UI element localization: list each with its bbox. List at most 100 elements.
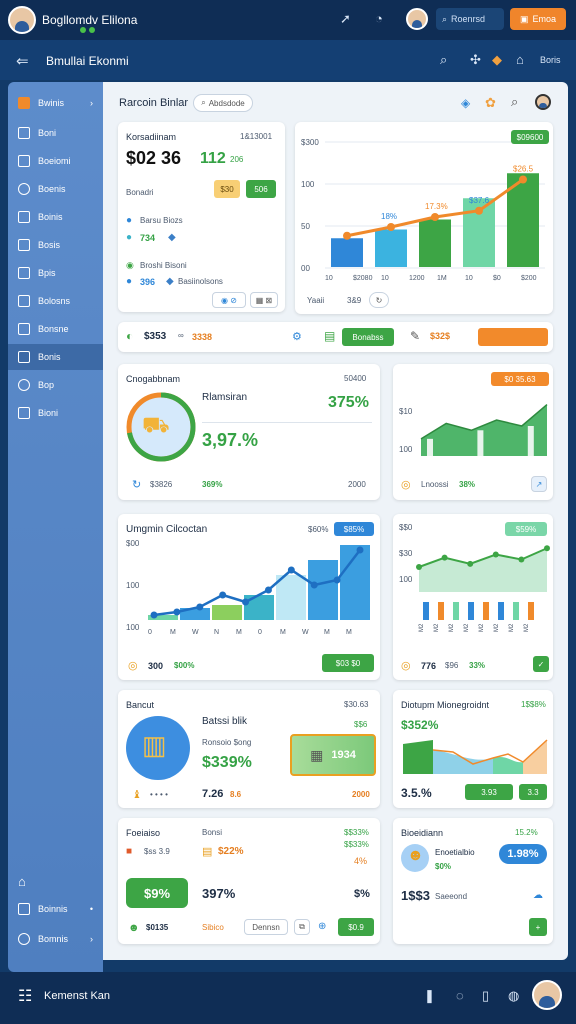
sidebar-item-9[interactable]: Bonsne <box>8 316 103 342</box>
sidebar-item-3[interactable]: Boeiomi <box>8 148 103 174</box>
coin-icon: ◎ <box>401 660 411 672</box>
sidebar-item-8[interactable]: Bolosns <box>8 288 103 314</box>
mini-chart-badge[interactable]: $0 35.63 <box>491 372 549 386</box>
search-icon[interactable]: ⌕ <box>511 94 518 110</box>
grid-menu-icon[interactable]: ☷ <box>18 986 32 1006</box>
header-chip[interactable]: ⌕ Abdsdode <box>193 94 253 112</box>
summary-eye-chip[interactable]: ◉ ⊘ <box>212 292 246 308</box>
line-footer-2: $00% <box>174 661 195 670</box>
sidebar-item-4[interactable]: Boenis <box>8 176 103 202</box>
sidebar-item-11[interactable]: Bop <box>8 372 103 398</box>
progress-value: 3,97.% <box>202 430 259 450</box>
clock-icon[interactable]: ◔ <box>375 11 383 26</box>
fin-green-button[interactable]: $9% <box>126 878 188 908</box>
globe-icon[interactable]: ◍ <box>508 988 519 1004</box>
line-point <box>475 206 483 215</box>
y-tick-label: $$0 <box>399 523 413 532</box>
sub-bar: ⇐ Bmullai Ekonmi ⌕ ✣ ◆ ⌂ Boris <box>0 40 576 80</box>
line-point <box>416 564 422 570</box>
sidebar-item-10[interactable]: Bonis <box>8 344 103 370</box>
bar <box>212 605 242 620</box>
mgmt-button-1[interactable]: 3.93 <box>465 784 513 800</box>
primary-button[interactable]: ▣ Emoa <box>510 8 566 30</box>
data-label: $37.6 <box>469 196 490 205</box>
bank-highlight[interactable]: ▦ 1934 <box>290 734 376 776</box>
line-chart-button[interactable]: $03 $0 <box>322 654 374 672</box>
trash-icon[interactable]: ▯ <box>482 988 489 1004</box>
house-icon <box>18 323 30 335</box>
bottom-avatar[interactable] <box>532 980 562 1010</box>
sub-right-label[interactable]: Boris <box>540 55 561 65</box>
back-arrow-icon[interactable]: ⇐ <box>16 52 29 70</box>
cloud-icon[interactable]: ☁ <box>533 890 543 901</box>
link-icon[interactable]: ⊕ <box>318 921 326 932</box>
bar <box>331 238 363 267</box>
line-footer-1: 300 <box>148 661 164 671</box>
home-icon[interactable]: ⌂ <box>516 52 524 67</box>
y-tick-label: 100 <box>301 180 315 189</box>
sidebar-item-5[interactable]: Boinis <box>8 204 103 230</box>
fin-button-2[interactable]: $0.9 <box>338 918 374 936</box>
plus-icon: + <box>535 922 541 932</box>
search-icon[interactable]: ⌕ <box>440 52 447 68</box>
bank-card: Bancut $30.63 ▥ Batssi blik Ronsoio $ong… <box>118 690 380 808</box>
action-orange-button[interactable] <box>478 328 548 346</box>
header-avatar[interactable] <box>535 94 551 110</box>
summary-chip-orange[interactable]: $30 <box>214 180 240 198</box>
home-icon[interactable]: ⌂ <box>18 874 26 889</box>
fin-copy-chip[interactable]: ⧉ <box>294 919 310 935</box>
line-point <box>264 586 272 594</box>
line-point <box>242 598 250 606</box>
area-fill <box>419 548 547 592</box>
avatar[interactable] <box>8 6 36 34</box>
wave-area <box>433 750 493 774</box>
user-button[interactable]: 1.98% <box>499 844 547 864</box>
action-green-button[interactable]: Bonabss <box>342 328 394 346</box>
sidebar-item-6[interactable]: Bosis <box>8 232 103 258</box>
sidebar-item-12[interactable]: Bioni <box>8 400 103 426</box>
sidebar-item-7[interactable]: Bpis <box>8 260 103 286</box>
right-chart-badge[interactable]: $59% <box>505 522 547 536</box>
data-label: 18% <box>381 212 397 221</box>
diamond-icon: ◆ <box>168 232 176 243</box>
table-icon <box>18 351 30 363</box>
gear-icon[interactable]: ⚙ <box>292 330 302 343</box>
mini-action-chip[interactable]: ↗ <box>531 476 547 492</box>
search-button[interactable]: ⌕ Roenrsd <box>436 8 504 30</box>
x-tick-label: 10 <box>325 275 333 282</box>
bookmark-icon[interactable]: ❚ <box>424 988 435 1004</box>
main-chart-badge[interactable]: $09600 <box>511 130 549 144</box>
refresh-icon[interactable]: ↻ <box>132 478 141 491</box>
edit-icon[interactable]: ✎ <box>410 329 420 343</box>
mini-bar <box>513 602 519 620</box>
puzzle-icon[interactable]: ✿ <box>485 95 496 111</box>
line-chart-badge[interactable]: $85% <box>334 522 374 536</box>
line-point <box>150 611 158 619</box>
mini-bar <box>528 602 534 620</box>
fin-value-2: $% <box>354 888 370 900</box>
summary-grid-chip[interactable]: ▦ ⊠ <box>250 292 278 308</box>
fin-value-1: 397% <box>202 886 236 901</box>
chat-icon[interactable]: ◌ <box>456 988 464 1003</box>
fin-chip[interactable]: Dennsn <box>244 919 288 935</box>
right-chart-button[interactable]: ✓ <box>533 656 549 672</box>
user-avatar[interactable] <box>406 8 428 30</box>
sidebar-item-2[interactable]: Boni <box>8 120 103 146</box>
cube-icon[interactable]: ◈ <box>461 96 470 110</box>
gift-icon[interactable]: ◆ <box>492 52 502 68</box>
sidebar-item-1[interactable]: Bwinis › <box>8 90 103 116</box>
arrow-icon[interactable]: ➚ <box>340 11 351 27</box>
right-footer-2: $96 <box>445 661 459 670</box>
bank-right: $30.63 <box>344 700 369 709</box>
sidebar-bottom-item-2[interactable]: Bomnis › <box>8 926 103 952</box>
atm-illustration: ▥ <box>126 716 190 780</box>
wave-area-3 <box>523 740 547 774</box>
sidebar-bottom-item-1[interactable]: Boinnis • <box>8 896 103 922</box>
summary-green-button[interactable]: 506 <box>246 180 276 198</box>
diamond-icon-2: ◆ <box>166 276 174 287</box>
user-add-button[interactable]: + <box>529 918 547 936</box>
puzzle-icon[interactable]: ✣ <box>470 52 481 68</box>
data-label: $26.5 <box>513 165 534 174</box>
refresh-chip[interactable]: ↻ <box>369 292 389 308</box>
mgmt-button-2[interactable]: 3.3 <box>519 784 547 800</box>
